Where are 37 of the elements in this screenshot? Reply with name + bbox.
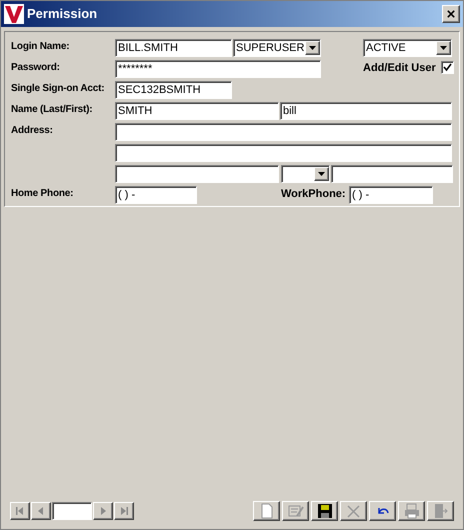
add-edit-user-checkbox[interactable] <box>440 61 454 74</box>
first-record-icon <box>14 505 26 517</box>
toolbar-button[interactable] <box>311 501 338 521</box>
field-label: WorkPhone: <box>281 187 347 202</box>
exit-door-icon <box>434 503 448 519</box>
status-dropdown[interactable]: ACTIVE <box>363 39 452 57</box>
toolbar-button[interactable] <box>369 501 396 521</box>
field-label: Login Name: <box>11 40 70 54</box>
close-button[interactable]: × <box>442 5 460 23</box>
edit-icon <box>288 504 304 518</box>
add-edit-user-label: Add/Edit User <box>363 61 436 76</box>
field-label: Single Sign-on Acct: <box>11 82 106 96</box>
zip-field[interactable] <box>331 165 453 183</box>
last-record-icon <box>118 505 130 517</box>
city-field[interactable] <box>115 165 279 183</box>
field-label: Address: <box>11 124 54 138</box>
login-name-field[interactable]: BILL.SMITH <box>115 39 232 57</box>
app-logo-icon <box>4 4 24 24</box>
printer-icon <box>404 503 420 519</box>
sso-account-field[interactable]: SEC132BSMITH <box>115 81 232 99</box>
work-phone-field[interactable]: ( ) - <box>349 186 433 204</box>
home-phone-field[interactable]: ( ) - <box>115 186 197 204</box>
first-name-field[interactable]: bill <box>280 102 452 120</box>
undo-icon <box>376 505 390 517</box>
address-field[interactable] <box>115 123 452 141</box>
page-icon <box>260 503 272 519</box>
field-label: Home Phone: <box>11 187 74 201</box>
record-number-field[interactable] <box>52 502 92 520</box>
password-field[interactable]: ******** <box>115 60 321 78</box>
role-dropdown[interactable]: SUPERUSER <box>233 39 321 57</box>
field-label: Name (Last/First): <box>11 103 94 117</box>
field-label: Password: <box>11 61 61 75</box>
delete-icon <box>347 504 360 518</box>
last-name-field[interactable]: SMITH <box>115 102 279 120</box>
window-title: Permission <box>27 5 98 24</box>
state-dropdown[interactable] <box>281 165 330 183</box>
address-field[interactable] <box>115 144 452 162</box>
